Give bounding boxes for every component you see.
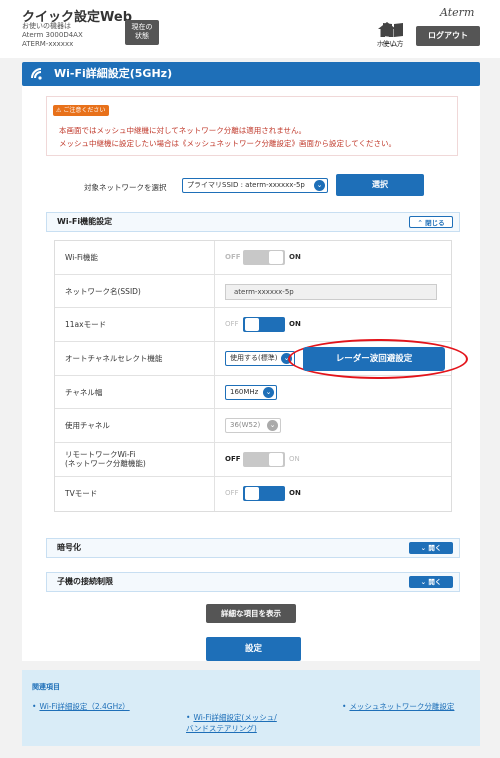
encryption-section-title: 暗号化 [57,543,81,552]
encryption-section-header[interactable]: 暗号化 ⌄ 開く [46,538,460,558]
row-label: ネットワーク名(SSID) [55,274,215,308]
wifi-icon [31,68,42,80]
row-label: チャネル幅 [55,375,215,409]
device-ssid: ATERM-xxxxxx [22,40,74,48]
apply-button[interactable]: 設定 [206,637,301,661]
link-wifi-mesh[interactable]: • Wi-Fi詳細設定(メッシュ/ バンドステアリング) [186,701,277,734]
current-status-button[interactable]: 現在の 状態 [125,20,159,45]
row-label: リモートワークWi-Fi (ネットワーク分離機能) [55,443,215,476]
warning-icon: ⚠ [56,107,62,114]
row-label: 11axモード [55,308,215,342]
table-row: オートチャネルセレクト機能 使用する(標準) ⌄ レーダー波回避設定 [55,339,468,380]
device-label: お使いの機器は [22,22,71,30]
notice-line-1: 本画面ではメッシュ中継機に対してネットワーク分離は適用されません。 [59,126,307,135]
network-select-value: プライマリSSID : aterm-xxxxxx-5p [187,181,305,189]
expand-button[interactable]: ⌄ 開く [409,542,453,554]
table-row: リモートワークWi-Fi (ネットワーク分離機能) OFF ON [55,443,451,477]
chevron-down-icon: ⌄ [263,386,274,398]
notice-badge-label: ご注意ください [63,107,106,114]
device-model: Aterm 3000D4AX [22,31,83,39]
select-network-button[interactable]: 選択 [336,174,424,196]
logout-button[interactable]: ログアウト [416,26,480,46]
link-wifi-2-4ghz[interactable]: • Wi-Fi詳細設定（2.4GHz） [32,701,130,712]
related-links: 関連項目 • Wi-Fi詳細設定（2.4GHz） • Wi-Fi詳細設定(メッシュ/… [22,670,480,746]
page-title: Wi-Fi詳細設定(5GHz) [54,67,173,80]
row-label: 使用チャネル [55,409,215,443]
brand-logo: Aterm [440,6,475,19]
table-row: 使用チャネル 36(W52) ⌄ [55,409,451,444]
collapse-button[interactable]: ⌃ 閉じる [409,216,453,228]
auto-channel-select[interactable]: 使用する(標準) ⌄ [225,351,295,367]
related-title: 関連項目 [32,683,60,691]
table-row: 11axモード OFF ON [55,308,451,343]
chevron-down-icon: ⌄ [420,544,427,552]
channel-width-select[interactable]: 160MHz ⌄ [225,384,277,400]
wifi-section-header[interactable]: Wi-Fi機能設定 ⌃ 閉じる [46,212,460,232]
help-label: 使い方 [382,40,404,48]
radar-avoidance-button[interactable]: レーダー波回避設定 [303,347,445,372]
ssid-input[interactable]: aterm-xxxxxx-5p [225,283,437,300]
tv-mode-toggle[interactable]: OFF ON [225,485,315,502]
notice-box: ⚠ ご注意ください 本画面ではメッシュ中継機に対してネットワーク分離は適用されま… [46,96,458,156]
wifi-section-title: Wi-Fi機能設定 [57,217,113,226]
client-limit-section-header[interactable]: 子機の接続制限 ⌄ 開く [46,572,460,592]
page-title-bar: Wi-Fi詳細設定(5GHz) [22,62,480,86]
chevron-up-icon: ⌃ [417,219,423,227]
book-icon [383,23,403,37]
wifi-settings-table: Wi-Fi機能 OFF ON ネットワーク名(SSID) aterm-xxxxx… [54,240,468,512]
header: クイック設定Web お使いの機器は Aterm 3000D4AX ATERM-x… [0,0,500,58]
chevron-down-icon: ⌄ [420,578,427,586]
show-details-button[interactable]: 詳細な項目を表示 [206,604,296,623]
notice-line-2: メッシュ中継機に設定したい場合は《メッシュネットワーク分離設定》画面から設定して… [59,139,397,148]
channel-select: 36(W52) ⌄ [225,418,281,434]
table-row: Wi-Fi機能 OFF ON [55,241,451,275]
main-panel: ⚠ ご注意ください 本画面ではメッシュ中継機に対してネットワーク分離は適用されま… [22,86,480,661]
ax-mode-toggle[interactable]: OFF ON [225,317,315,333]
chevron-down-icon: ⌄ [267,420,278,432]
device-info: お使いの機器は Aterm 3000D4AX ATERM-xxxxxx [22,22,83,49]
client-limit-section-title: 子機の接続制限 [57,577,113,586]
row-label: オートチャネルセレクト機能 [55,342,215,375]
row-label: TVモード [55,476,215,511]
wifi-function-toggle[interactable]: OFF ON [225,250,315,266]
help-link-box[interactable]: 使い方 [378,22,408,49]
link-mesh-isolation[interactable]: • メッシュネットワーク分離設定 [342,701,454,712]
notice-badge: ⚠ ご注意ください [53,105,110,116]
table-row: チャネル幅 160MHz ⌄ [55,375,451,410]
table-row: TVモード OFF ON [55,476,451,511]
network-select[interactable]: プライマリSSID : aterm-xxxxxx-5p ⌄ [182,178,328,193]
network-select-label: 対象ネットワークを選択 [84,183,167,192]
expand-button[interactable]: ⌄ 開く [409,576,453,588]
table-row: ネットワーク名(SSID) aterm-xxxxxx-5p [55,274,451,309]
remote-work-toggle[interactable]: OFF ON [225,452,315,468]
chevron-down-icon: ⌄ [314,180,325,191]
row-label: Wi-Fi機能 [55,241,215,274]
